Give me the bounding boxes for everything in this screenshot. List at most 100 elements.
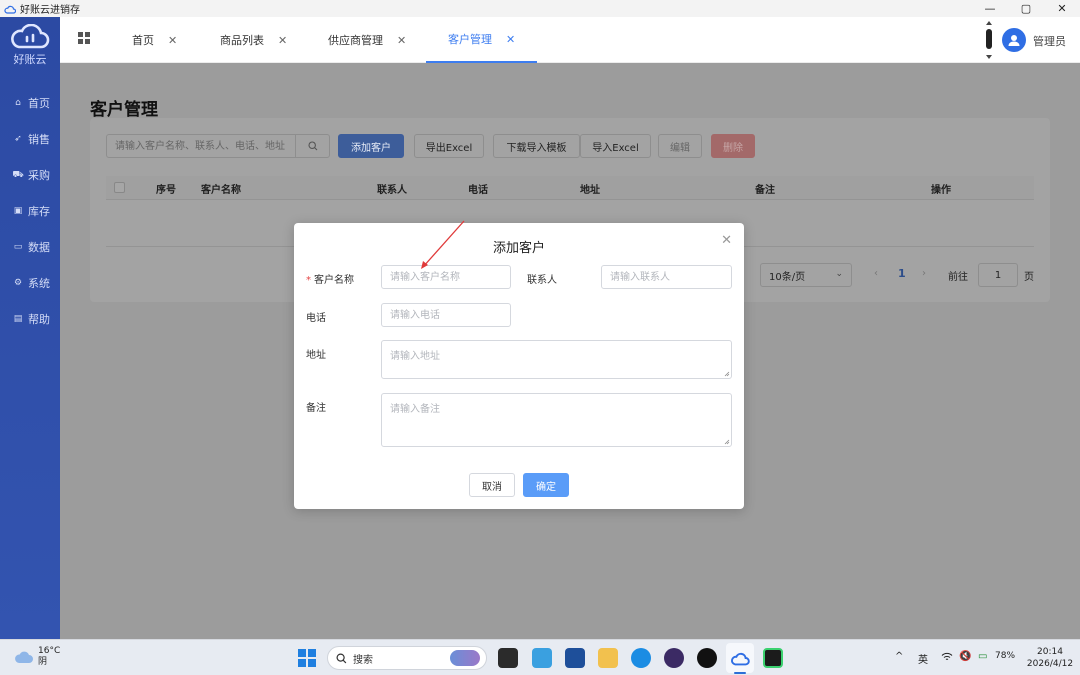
add-customer-button[interactable]: 添加客户 bbox=[338, 134, 404, 158]
browser-icon[interactable] bbox=[664, 648, 684, 668]
page-title: 客户管理 bbox=[90, 100, 158, 120]
tab-suppliers[interactable]: 供应商管理 ✕ bbox=[328, 17, 406, 63]
export-excel-button[interactable]: 导出Excel bbox=[414, 134, 484, 158]
tab-bar: 首页 ✕ 商品列表 ✕ 供应商管理 ✕ 客户管理 ✕ 管理员 bbox=[60, 17, 1080, 63]
edge-icon[interactable] bbox=[631, 648, 651, 668]
sidebar-item-label: 采购 bbox=[28, 169, 50, 182]
close-icon[interactable]: ✕ bbox=[721, 233, 732, 248]
start-button[interactable] bbox=[298, 649, 316, 667]
sidebar-item-label: 销售 bbox=[28, 133, 50, 146]
close-icon[interactable]: ✕ bbox=[397, 34, 406, 47]
close-icon[interactable]: ✕ bbox=[278, 34, 287, 47]
clock[interactable]: 20:14 2026/4/12 bbox=[1024, 646, 1076, 670]
sidebar-item-label: 系统 bbox=[28, 277, 50, 290]
weather-widget[interactable]: 16°C 阴 bbox=[14, 646, 60, 668]
tab-label: 首页 bbox=[132, 34, 154, 47]
ime-indicator[interactable]: 英 bbox=[918, 651, 928, 666]
terminal-icon[interactable] bbox=[763, 648, 783, 668]
address-textarea[interactable] bbox=[381, 340, 732, 379]
taskbar-search-label: 搜索 bbox=[353, 654, 373, 666]
sidebar-item-inventory[interactable]: ▣ 库存 bbox=[0, 193, 60, 229]
taskbar-search[interactable]: 搜索 bbox=[327, 646, 487, 670]
confirm-button[interactable]: 确定 bbox=[523, 473, 569, 497]
username[interactable]: 管理员 bbox=[1033, 33, 1066, 49]
taskbar: 16°C 阴 搜索 ^ 英 🔇 ▭ 78% 20:14 2026/4/12 bbox=[0, 639, 1080, 675]
window-titlebar: 好账云进销存 — ▢ ✕ bbox=[0, 0, 1080, 17]
wifi-icon[interactable] bbox=[941, 652, 953, 662]
download-template-button[interactable]: 下载导入模板 bbox=[493, 134, 580, 158]
battery-percent: 78% bbox=[995, 651, 1016, 661]
search-highlight-icon bbox=[450, 650, 480, 666]
sidebar-item-home[interactable]: ⌂ 首页 bbox=[0, 85, 60, 121]
annotation-arrow-icon bbox=[421, 220, 465, 269]
cloud-app-icon[interactable] bbox=[730, 650, 750, 666]
search-input[interactable] bbox=[107, 135, 295, 157]
sidebar-item-help[interactable]: ▤ 帮助 bbox=[0, 301, 60, 337]
folder-icon[interactable] bbox=[598, 648, 618, 668]
delete-button[interactable]: 删除 bbox=[711, 134, 755, 158]
user-icon bbox=[1008, 35, 1020, 46]
import-excel-button[interactable]: 导入Excel bbox=[580, 134, 651, 158]
sidebar-item-label: 首页 bbox=[28, 97, 50, 110]
contact-input[interactable] bbox=[601, 265, 732, 289]
sidebar-item-system[interactable]: ⚙ 系统 bbox=[0, 265, 60, 301]
select-all-checkbox[interactable] bbox=[114, 182, 125, 193]
column-header: 地址 bbox=[580, 185, 600, 196]
battery-icon[interactable]: ▭ bbox=[978, 651, 987, 662]
prev-page-icon[interactable]: ‹ bbox=[874, 268, 878, 279]
warehouse-icon: ▣ bbox=[13, 206, 23, 216]
task-view-icon[interactable] bbox=[498, 648, 518, 668]
clock-time: 20:14 bbox=[1037, 647, 1063, 657]
send-icon: ➶ bbox=[14, 134, 22, 144]
tab-home[interactable]: 首页 ✕ bbox=[132, 17, 177, 63]
chevron-down-icon: ⌄ bbox=[835, 269, 843, 279]
tab-customers[interactable]: 客户管理 ✕ bbox=[426, 17, 538, 63]
sidebar-item-data[interactable]: ▭ 数据 bbox=[0, 229, 60, 265]
restore-button[interactable]: ▢ bbox=[1008, 0, 1044, 17]
column-header: 备注 bbox=[755, 185, 775, 196]
remark-textarea[interactable] bbox=[381, 393, 732, 447]
sidebar-item-label: 数据 bbox=[28, 241, 50, 254]
close-window-button[interactable]: ✕ bbox=[1044, 0, 1080, 17]
sidebar-item-purchase[interactable]: ⛟ 采购 bbox=[0, 157, 60, 193]
dialog-title: 添加客户 bbox=[492, 241, 545, 256]
remark-label: 备注 bbox=[306, 403, 326, 414]
avatar[interactable] bbox=[1002, 28, 1026, 52]
active-indicator bbox=[734, 672, 746, 674]
next-page-icon[interactable]: › bbox=[922, 268, 926, 279]
close-icon[interactable]: ✕ bbox=[506, 33, 515, 46]
resize-handle-icon[interactable] bbox=[724, 439, 730, 445]
column-header: 操作 bbox=[931, 185, 951, 196]
search-button[interactable] bbox=[295, 135, 329, 157]
sidebar: 好账云 ⌂ 首页 ➶ 销售 ⛟ 采购 ▣ 库存 ▭ 数据 ⚙ 系统 ▤ 帮助 bbox=[0, 17, 60, 639]
sidebar-item-label: 帮助 bbox=[28, 313, 50, 326]
tab-label: 供应商管理 bbox=[328, 34, 383, 47]
page-size-select[interactable]: 10条/页 ⌄ bbox=[760, 263, 852, 287]
cloud-weather-icon bbox=[15, 651, 33, 663]
store-icon[interactable] bbox=[565, 648, 585, 668]
cloud-logo-icon bbox=[11, 23, 50, 48]
current-page[interactable]: 1 bbox=[898, 267, 906, 280]
logo: 好账云 bbox=[0, 17, 60, 73]
search-box bbox=[106, 134, 330, 158]
edit-button[interactable]: 编辑 bbox=[658, 134, 702, 158]
phone-input[interactable] bbox=[381, 303, 511, 327]
resize-handle-icon[interactable] bbox=[724, 371, 730, 377]
search-icon bbox=[336, 652, 347, 663]
grid-menu-icon[interactable] bbox=[78, 32, 90, 44]
minimize-button[interactable]: — bbox=[972, 0, 1008, 17]
cancel-button[interactable]: 取消 bbox=[469, 473, 515, 497]
clock-date: 2026/4/12 bbox=[1026, 659, 1074, 669]
sidebar-item-label: 库存 bbox=[28, 205, 50, 218]
goto-page-input[interactable]: 1 bbox=[978, 263, 1018, 287]
weather-desc: 阴 bbox=[38, 657, 48, 667]
chevron-up-icon[interactable]: ^ bbox=[895, 651, 903, 662]
sidebar-item-sales[interactable]: ➶ 销售 bbox=[0, 121, 60, 157]
scroll-indicator-icon[interactable] bbox=[984, 19, 994, 61]
edge-dev-icon[interactable] bbox=[532, 648, 552, 668]
close-icon[interactable]: ✕ bbox=[168, 34, 177, 47]
volume-muted-icon[interactable]: 🔇 bbox=[959, 651, 971, 662]
column-header: 序号 bbox=[156, 185, 176, 196]
tab-products[interactable]: 商品列表 ✕ bbox=[220, 17, 287, 63]
qq-icon[interactable] bbox=[697, 648, 717, 668]
